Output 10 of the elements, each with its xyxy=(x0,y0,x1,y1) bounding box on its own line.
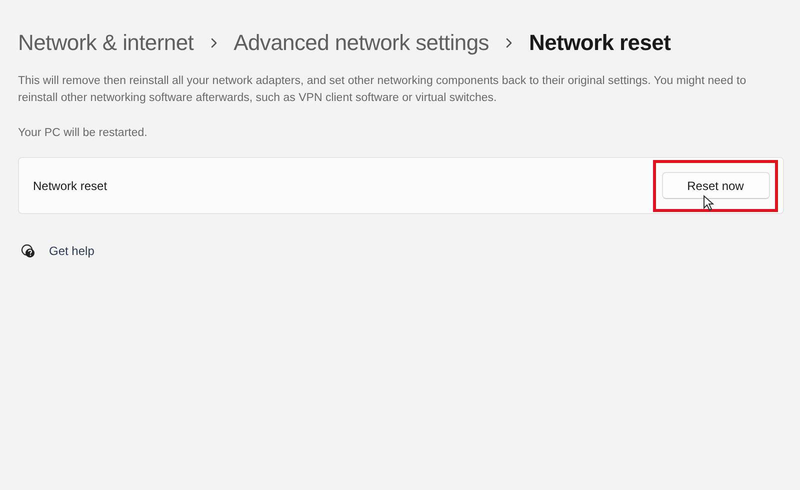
reset-now-button[interactable]: Reset now xyxy=(662,172,770,200)
mouse-pointer-icon xyxy=(703,194,714,211)
help-icon xyxy=(20,243,36,260)
get-help-link[interactable]: Get help xyxy=(49,242,94,260)
restart-note: Your PC will be restarted. xyxy=(18,126,148,141)
card-label: Network reset xyxy=(33,178,108,195)
breadcrumb-item[interactable]: Advanced network settings xyxy=(234,26,490,59)
breadcrumb-item[interactable]: Network & internet xyxy=(18,26,194,59)
breadcrumb-item: Network reset xyxy=(529,29,671,57)
description-text: This will remove then reinstall all your network adapters, and set other networking components back to their original settings. You might need to reinstall other networking software afterwards, such as VPN client software or virtual switches. xyxy=(18,74,748,106)
